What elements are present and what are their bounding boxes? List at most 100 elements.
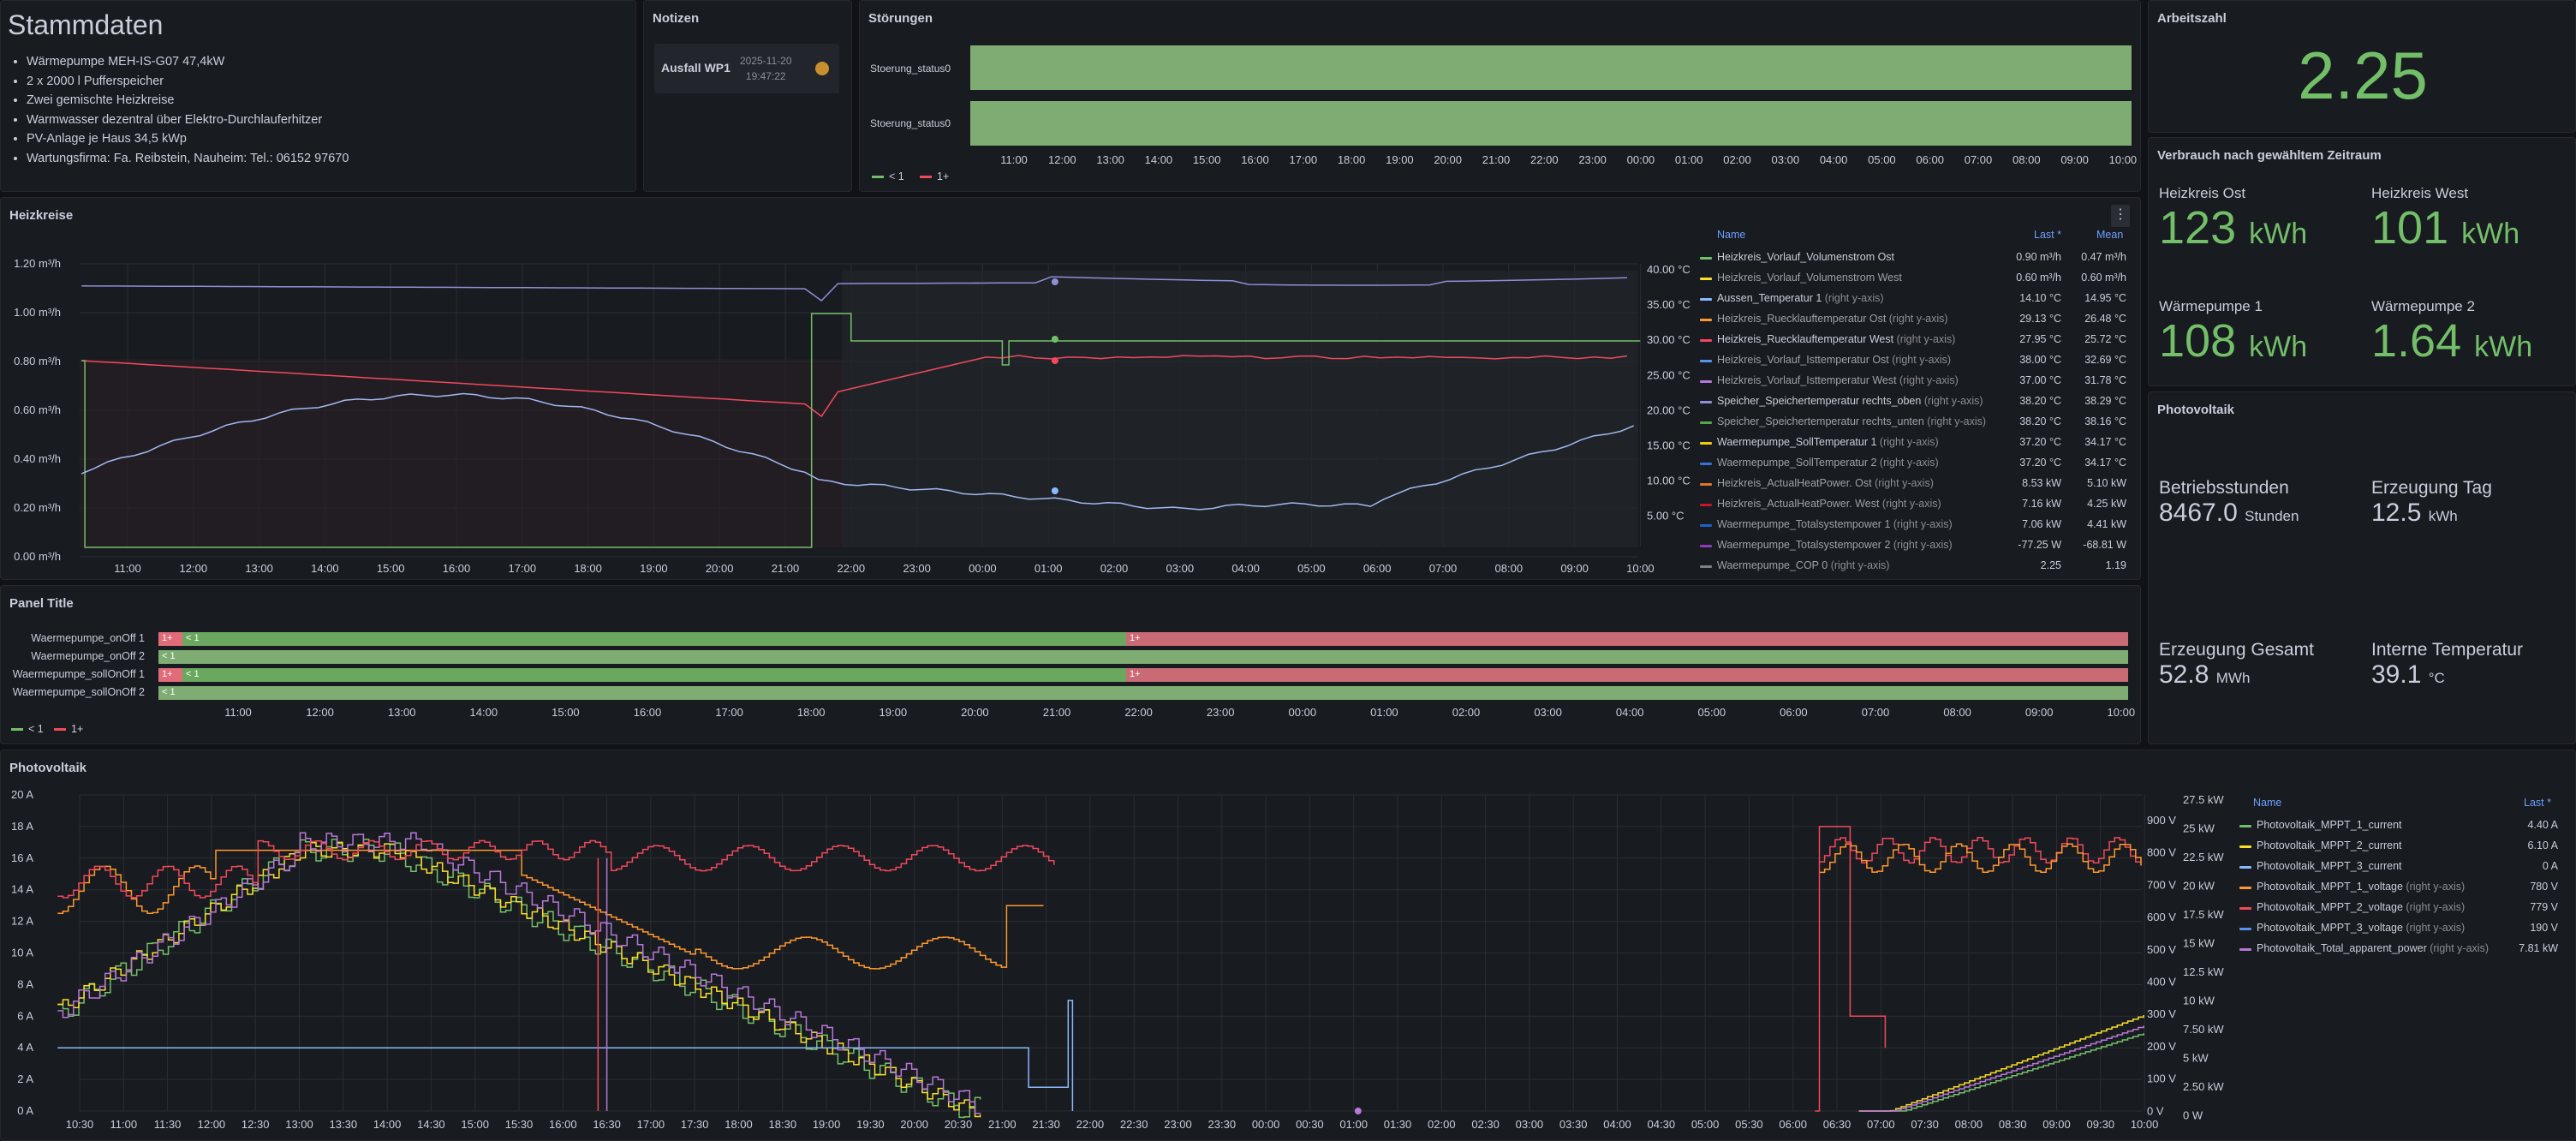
legend-item[interactable]: Aussen_Temperatur 1 (right y-axis) 14.10 … [1698, 289, 2128, 309]
legend-item[interactable]: Photovoltaik_MPPT_2_voltage (right y-axi… [2238, 898, 2561, 918]
x-tick-label: 16:00 [443, 562, 471, 575]
series-axis-note: (right y-axis) [1886, 313, 1947, 325]
x-tick-label: 00:00 [1627, 153, 1655, 166]
legend-header-last[interactable]: Last * [2034, 229, 2061, 241]
y-tick-label: 6 A [17, 1009, 33, 1022]
legend-item[interactable]: Photovoltaik_MPPT_1_voltage (right y-axi… [2238, 877, 2561, 898]
legend-item[interactable]: Heizkreis_Vorlauf_Isttemperatur West (ri… [1698, 371, 2128, 391]
series-name: Photovoltaik_MPPT_2_voltage [2257, 901, 2403, 913]
y-tick-label: 27.5 kW [2183, 793, 2224, 806]
legend-item[interactable]: Speicher_Speichertemperatur rechts_unten… [1698, 412, 2128, 433]
legend-header-mean[interactable]: Mean [2096, 229, 2123, 241]
legend-item[interactable]: Heizkreis_Vorlauf_Volumenstrom Ost 0.90 m… [1698, 248, 2128, 268]
legend-item[interactable]: Heizkreis_Vorlauf_Volumenstrom West 0.60 … [1698, 268, 2128, 289]
legend-header-name[interactable]: Name [1717, 229, 1745, 241]
stat-unit: kWh [2249, 218, 2307, 250]
legend-item[interactable]: 1+ [54, 723, 83, 735]
state-segment-off: < 1 [182, 632, 1150, 646]
stat-number: 52.8 [2159, 660, 2209, 689]
legend-item[interactable]: Waermepumpe_Totalsystempower 1 (right y-… [1698, 515, 2128, 535]
legend-swatch [1700, 401, 1712, 403]
state-bar[interactable] [970, 101, 2132, 146]
state-label: < 1 [186, 669, 200, 679]
state-segment-on: 1+ [158, 668, 182, 682]
legend-header-last[interactable]: Last * [2524, 797, 2551, 809]
legend-swatch [2239, 907, 2251, 910]
legend-item[interactable]: Heizkreis_Ruecklauftemperatur Ost (right… [1698, 309, 2128, 330]
legend-last-value: 6.10 A [2528, 839, 2558, 851]
series-axis-note: (right y-axis) [1872, 477, 1934, 489]
state-bar[interactable] [970, 45, 2132, 90]
legend-header-name[interactable]: Name [2253, 797, 2281, 809]
x-tick-label: 10:00 [2109, 153, 2138, 166]
legend-item[interactable]: Waermepumpe_SollTemperatur 1 (right y-ax… [1698, 433, 2128, 453]
y-tick-label: 700 V [2147, 878, 2176, 891]
y-tick-label: 0.00 m³/h [14, 550, 61, 563]
legend-item[interactable]: Heizkreis_ActualHeatPower. West (right y… [1698, 494, 2128, 515]
legend-last-value: 0.90 m³/h [2016, 251, 2061, 263]
legend-item[interactable]: Speicher_Speichertemperatur rechts_oben … [1698, 391, 2128, 412]
legend-name: Photovoltaik_MPPT_3_voltage (right y-axi… [2257, 922, 2465, 934]
x-tick-label: 23:00 [903, 562, 931, 575]
state-bar: < 1 [158, 686, 2128, 700]
y-tick-label: 500 V [2147, 943, 2176, 956]
y-tick-label: 25.00 °C [1647, 368, 1690, 381]
legend-last-value: 7.06 kW [2022, 518, 2061, 530]
x-tick-label: 09:00 [2042, 1118, 2071, 1131]
state-segment-on: 1+ [1126, 632, 2128, 646]
x-tick-label: 18:00 [1338, 153, 1366, 166]
y-tick-label: 0 W [2183, 1109, 2203, 1122]
legend-item[interactable]: < 1 [11, 723, 44, 735]
stat-unit: kWh [2461, 218, 2519, 250]
row-label: Waermepumpe_onOff 1 [1, 632, 145, 644]
stat-label: Erzeugung Tag [2371, 478, 2492, 499]
y-tick-label: 20 kW [2183, 880, 2215, 893]
legend-mean-value: 32.69 °C [2084, 354, 2126, 366]
legend-last-value: 38.00 °C [2019, 354, 2061, 366]
legend-mean-value: 31.78 °C [2084, 374, 2126, 386]
state-segment-off: < 1 [158, 650, 2128, 664]
legend-item[interactable]: Heizkreis_Ruecklauftemperatur West (righ… [1698, 330, 2128, 350]
panel-menu-button[interactable]: ⋮ [2111, 205, 2130, 227]
x-tick-label: 17:00 [509, 562, 537, 575]
legend-item[interactable]: Waermepumpe_COP 0 (right y-axis) 2.25 1.19 [1698, 556, 2128, 576]
stat-number: 101 [2371, 202, 2448, 254]
y-tick-label: 100 V [2147, 1072, 2176, 1085]
x-tick-label: 14:30 [417, 1118, 445, 1131]
legend-item[interactable]: Waermepumpe_SollTemperatur 2 (right y-ax… [1698, 453, 2128, 474]
series-name: Waermepumpe_Totalsystempower 2 [1717, 539, 1890, 551]
y-tick-label: 200 V [2147, 1040, 2176, 1053]
annotation-item[interactable]: Ausfall WP1 2025-11-20 19:47:22 [654, 44, 839, 93]
x-tick-label: 05:00 [1698, 706, 1726, 719]
legend-item[interactable]: < 1 [872, 170, 904, 182]
legend-item[interactable]: Photovoltaik_MPPT_2_current 6.10 A [2238, 836, 2561, 857]
legend-item[interactable]: 1+ [920, 170, 949, 182]
stat-number: 12.5 [2371, 499, 2421, 527]
legend-item[interactable]: Photovoltaik_Total_apparent_power (right… [2238, 939, 2561, 959]
heizkreise-chart[interactable]: 1.20 m³/h 1.00 m³/h 0.80 m³/h 0.60 m³/h 0.40… [1, 198, 1714, 580]
x-tick-label: 14:00 [311, 562, 339, 575]
y-tick-label: 600 V [2147, 911, 2176, 923]
legend-item[interactable]: Photovoltaik_MPPT_1_current 4.40 A [2238, 815, 2561, 836]
legend-name: Photovoltaik_MPPT_1_voltage (right y-axi… [2257, 881, 2465, 893]
series-axis-note: (right y-axis) [2403, 881, 2465, 893]
legend-name: Heizkreis_ActualHeatPower. West (right y… [1717, 498, 1941, 510]
x-tick-label: 07:00 [1429, 562, 1458, 575]
x-tick-label: 01:00 [1675, 153, 1703, 166]
legend-item[interactable]: Waermepumpe_Totalsystempower 2 (right y-… [1698, 535, 2128, 556]
legend-name: Waermepumpe_Totalsystempower 1 (right y-… [1717, 518, 1953, 530]
x-tick-label: 15:30 [505, 1118, 534, 1131]
legend-name: Speicher_Speichertemperatur rechts_oben … [1717, 395, 1983, 407]
x-tick-label: 14:00 [470, 706, 498, 719]
stat-label: Heizkreis Ost [2159, 185, 2245, 202]
row-label: Stoerung_status0 [870, 63, 951, 75]
photovoltaik-chart-panel: Photovoltaik 20 A 18 A 16 A 14 A 12 A 10 A8 A… [0, 750, 2576, 1141]
legend-swatch [1700, 463, 1712, 465]
legend-item[interactable]: Heizkreis_Vorlauf_Isttemperatur Ost (rig… [1698, 350, 2128, 371]
legend-item[interactable]: Photovoltaik_MPPT_3_current 0 A [2238, 857, 2561, 877]
legend-item[interactable]: Heizkreis_ActualHeatPower. Ost (right y-… [1698, 474, 2128, 494]
series-name: Aussen_Temperatur 1 [1717, 292, 1822, 304]
photovoltaik-chart[interactable]: 20 A 18 A 16 A 14 A 12 A 10 A 8 A 6 A 4 A 2 A 0 A 9… [1, 750, 2245, 1141]
state-label: < 1 [186, 633, 200, 643]
legend-item[interactable]: Photovoltaik_MPPT_3_voltage (right y-axi… [2238, 918, 2561, 939]
